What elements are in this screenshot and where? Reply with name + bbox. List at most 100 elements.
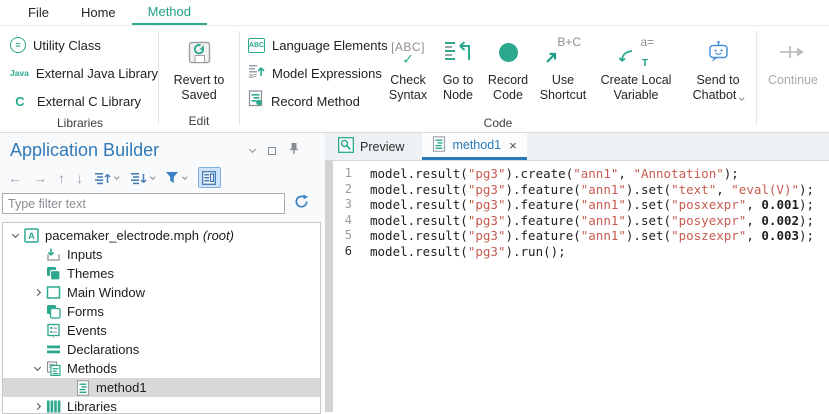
line-number: 6 [333, 244, 352, 260]
collapse-list-icon [130, 171, 147, 185]
line-number: 1 [333, 166, 352, 182]
filter-funnel-icon [165, 171, 179, 184]
tab-preview[interactable]: Preview [328, 133, 414, 160]
expand-list-icon [94, 171, 111, 185]
menu-home[interactable]: Home [65, 0, 132, 25]
tree-item-label: Main Window [67, 285, 145, 300]
c-icon: C [10, 94, 30, 109]
external-c-label: External C Library [37, 94, 141, 109]
back-icon[interactable]: ← [8, 171, 22, 185]
record-method-label: Record Method [271, 94, 360, 109]
tree-item-inputs[interactable]: Inputs [3, 245, 320, 264]
tree-item-libraries[interactable]: Libraries [3, 397, 320, 414]
tree-item-method1[interactable]: method1 [3, 378, 320, 397]
tab-preview-label: Preview [360, 140, 404, 154]
menu-file[interactable]: File [12, 0, 65, 25]
utility-class-label: Utility Class [33, 38, 101, 53]
tab-method1-label: method1 [452, 138, 501, 152]
menu-method[interactable]: Method [132, 0, 207, 25]
ribbon-group-edit: Revert to Saved Edit [159, 26, 239, 132]
code-line: model.result("pg3").feature("ann1").set(… [370, 182, 814, 198]
application-builder-panel: Application Builder ← → ↑ ↓ [0, 133, 325, 412]
revert-to-saved-icon [186, 31, 213, 73]
go-to-node-button[interactable]: Go to Node [434, 26, 482, 115]
check-syntax-button[interactable]: [ABC] ✓ Check Syntax [382, 26, 434, 115]
move-down-icon[interactable]: ↓ [76, 171, 83, 185]
code-line: model.result("pg3").feature("ann1").set(… [370, 213, 814, 229]
tree-item-label: Methods [67, 361, 117, 376]
tab-method1[interactable]: method1 × [422, 133, 526, 160]
model-expressions-icon: a= [248, 63, 265, 84]
filter-button[interactable] [165, 171, 187, 184]
tree-item-root[interactable]: A pacemaker_electrode.mph (root) [3, 226, 320, 245]
go-to-node-icon [443, 31, 473, 73]
tree-item-declarations[interactable]: Declarations [3, 340, 320, 359]
external-java-library-button[interactable]: Java External Java Library [2, 59, 158, 87]
record-code-button[interactable]: Record Code [482, 26, 534, 115]
expand-levels-button[interactable] [94, 171, 119, 185]
record-method-icon [248, 90, 264, 112]
inputs-icon [45, 247, 62, 262]
tree-item-label: Inputs [67, 247, 102, 262]
create-local-variable-label: Create Local Variable [594, 73, 678, 103]
show-editor-tools-toggle[interactable] [198, 167, 221, 188]
code-lines: model.result("pg3").create("ann1", "Anno… [357, 161, 814, 412]
tree-item-forms[interactable]: Forms [3, 302, 320, 321]
external-c-library-button[interactable]: C External C Library [2, 87, 158, 115]
record-method-button[interactable]: Record Method [240, 87, 382, 115]
code-group-label: Code [240, 115, 756, 134]
chevron-expanded-icon[interactable] [11, 231, 18, 238]
chevron-down-icon [150, 174, 155, 179]
utility-class-button[interactable]: ≡ Utility Class [2, 31, 158, 59]
forward-icon[interactable]: → [33, 171, 47, 185]
svg-text:a=: a= [249, 73, 257, 79]
continue-icon [778, 31, 808, 73]
tree-item-events[interactable]: Events [3, 321, 320, 340]
revert-to-saved-button[interactable]: Revert to Saved [159, 26, 239, 113]
continue-button[interactable]: Continue [757, 26, 829, 132]
tree-item-main-window[interactable]: Main Window [3, 283, 320, 302]
float-window-icon[interactable] [268, 147, 276, 155]
svg-text:A: A [28, 231, 35, 241]
record-code-label: Record Code [482, 73, 534, 103]
tree-item-themes[interactable]: Themes [3, 264, 320, 283]
tree-root-suffix: (root) [203, 228, 234, 243]
tree-item-methods[interactable]: Methods [3, 359, 320, 378]
panel-menu-chevron-icon[interactable] [249, 146, 256, 153]
application-tree: A pacemaker_electrode.mph (root) Inputs [2, 222, 321, 414]
revert-to-saved-label: Revert to Saved [169, 73, 229, 103]
model-expressions-button[interactable]: a= Model Expressions [240, 59, 382, 87]
record-code-icon [499, 43, 518, 62]
send-to-chatbot-button[interactable]: Send to Chatbot [680, 26, 756, 115]
move-up-icon[interactable]: ↑ [58, 171, 65, 185]
preview-icon [338, 137, 354, 156]
edit-group-label: Edit [159, 113, 239, 132]
line-number: 5 [333, 228, 352, 244]
code-editor-area[interactable]: 123456 model.result("pg3").create("ann1"… [325, 161, 829, 412]
refresh-icon[interactable] [294, 194, 309, 214]
chevron-down-icon [182, 174, 187, 179]
filter-input[interactable] [2, 193, 285, 214]
marker-gutter [325, 161, 333, 412]
use-shortcut-button[interactable]: B+C Use Shortcut [534, 26, 592, 115]
create-local-variable-icon: a= T [616, 31, 656, 73]
panel-title: Application Builder [10, 140, 250, 161]
chevron-collapsed-icon[interactable] [33, 403, 40, 410]
model-expressions-label: Model Expressions [272, 66, 382, 81]
continue-label: Continue [768, 73, 818, 88]
java-icon: Java [10, 68, 29, 78]
chevron-expanded-icon[interactable] [33, 364, 40, 371]
language-elements-button[interactable]: ABC Language Elements [240, 31, 382, 59]
tree-item-label: Themes [67, 266, 114, 281]
close-icon[interactable]: × [509, 138, 517, 153]
collapse-levels-button[interactable] [130, 171, 155, 185]
pin-icon[interactable] [289, 142, 299, 160]
forms-icon [45, 304, 62, 319]
tree-item-label: Events [67, 323, 107, 338]
language-elements-label: Language Elements [272, 38, 388, 53]
editor-tabbar: Preview method1 × [325, 133, 829, 161]
utility-class-icon: ≡ [10, 37, 26, 53]
use-shortcut-icon: B+C [543, 31, 583, 73]
chevron-collapsed-icon[interactable] [33, 289, 40, 296]
create-local-variable-button[interactable]: a= T Create Local Variable [592, 26, 680, 115]
